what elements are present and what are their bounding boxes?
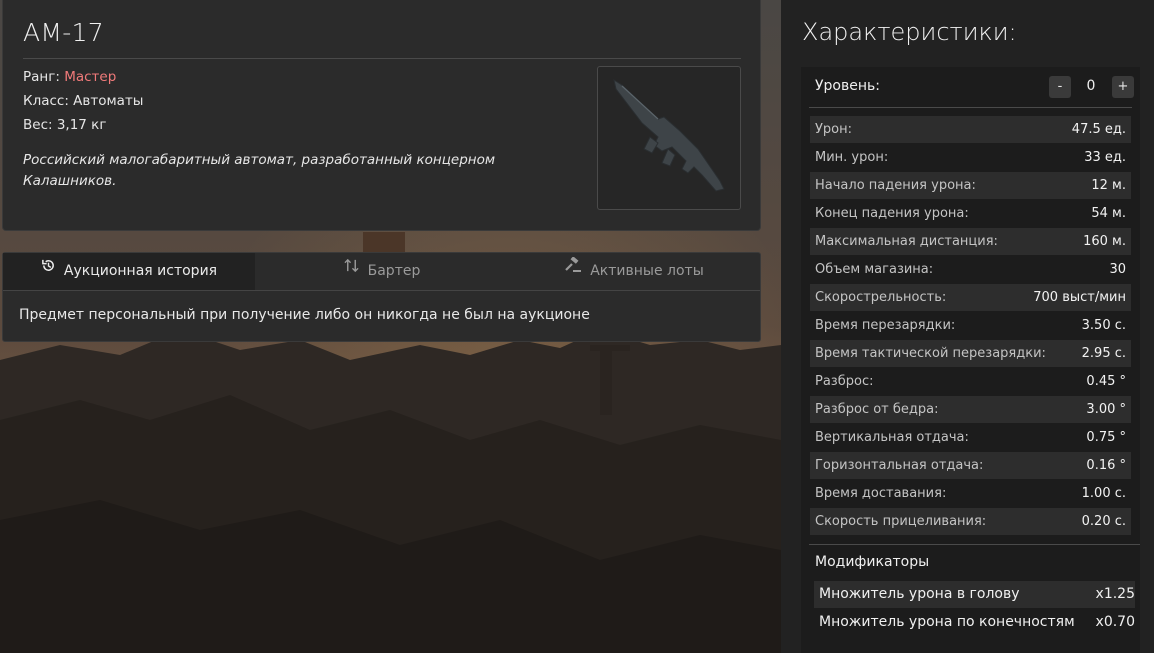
stat-row: Скорость прицеливания: 0.20 с. (810, 508, 1131, 535)
stat-value: 30 (1109, 262, 1126, 277)
stat-value: 3.00 ° (1086, 402, 1126, 417)
stat-value: 0.75 ° (1086, 430, 1126, 445)
modifier-row: Множитель урона в голову x1.25 (814, 581, 1135, 608)
stat-row: Разброс от бедра: 3.00 ° (810, 396, 1131, 423)
gavel-icon (564, 251, 582, 288)
stat-label: Время тактической перезарядки: (815, 346, 1046, 361)
divider (809, 544, 1140, 545)
stat-row: Максимальная дистанция: 160 м. (810, 228, 1131, 255)
stat-value: 33 ед. (1084, 150, 1126, 165)
stats-heading: Характеристики: (802, 18, 1017, 46)
tab-barter[interactable]: Бартер (255, 253, 508, 290)
tab-label: Бартер (367, 263, 421, 279)
stat-value: 12 м. (1091, 178, 1126, 193)
stat-label: Начало падения урона: (815, 178, 976, 193)
level-value: 0 (1086, 78, 1096, 94)
stat-value: 3.50 с. (1081, 318, 1126, 333)
level-decrease-button[interactable]: - (1049, 76, 1071, 98)
stat-value: 160 м. (1083, 234, 1126, 249)
stat-label: Максимальная дистанция: (815, 234, 998, 249)
stat-value: 0.45 ° (1086, 374, 1126, 389)
stat-row: Время тактической перезарядки: 2.95 с. (810, 340, 1131, 367)
modifier-value: x1.25 (1095, 586, 1135, 602)
item-weight: Вес: 3,17 кг (23, 117, 107, 133)
item-card: АМ-17 Ранг: Мастер Класс: Автоматы Вес: … (2, 0, 761, 231)
rank-value: Мастер (64, 69, 117, 85)
tab-auction-history[interactable]: Аукционная история (3, 253, 255, 290)
stat-label: Скорость прицеливания: (815, 514, 987, 529)
stat-label: Время доставания: (815, 486, 947, 501)
stat-row: Горизонтальная отдача: 0.16 ° (810, 452, 1131, 479)
modifier-label: Множитель урона в голову (819, 586, 1020, 602)
tab-label: Активные лоты (590, 263, 704, 279)
stat-row: Мин. урон: 33 ед. (810, 144, 1131, 171)
stat-label: Мин. урон: (815, 150, 889, 165)
level-label: Уровень: (815, 78, 880, 94)
divider (809, 107, 1132, 108)
stat-label: Конец падения урона: (815, 206, 969, 221)
stat-label: Объем магазина: (815, 262, 934, 277)
stat-row: Время доставания: 1.00 с. (810, 480, 1131, 507)
stat-label: Урон: (815, 122, 853, 137)
modifiers-title: Модификаторы (815, 554, 930, 570)
modifier-label: Множитель урона по конечностям (819, 614, 1075, 630)
stat-value: 54 м. (1091, 206, 1126, 221)
divider (23, 58, 741, 59)
item-rank: Ранг: Мастер (23, 69, 116, 85)
rifle-icon (613, 78, 725, 192)
stat-row: Конец падения урона: 54 м. (810, 200, 1131, 227)
stat-row: Урон: 47.5 ед. (810, 116, 1131, 143)
modifier-value: x0.70 (1095, 614, 1135, 630)
stat-value: 2.95 с. (1081, 346, 1126, 361)
stat-label: Скорострельность: (815, 290, 947, 305)
stat-row: Начало падения урона: 12 м. (810, 172, 1131, 199)
history-icon (41, 251, 56, 288)
swap-arrows-icon (343, 251, 360, 288)
item-title: АМ-17 (23, 18, 105, 47)
stat-row: Разброс: 0.45 ° (810, 368, 1131, 395)
stats-box: Уровень: - 0 + Урон: 47.5 ед. Мин. урон: 33… (801, 67, 1140, 653)
stat-label: Разброс: (815, 374, 874, 389)
stat-value: 0.20 с. (1081, 514, 1126, 529)
stats-panel: Характеристики: Уровень: - 0 + Урон: 47.5… (781, 0, 1154, 653)
tab-label: Аукционная история (63, 263, 218, 279)
tab-active-lots[interactable]: Активные лоты (508, 253, 760, 290)
stat-value: 1.00 с. (1081, 486, 1126, 501)
stat-value: 0.16 ° (1086, 458, 1126, 473)
rank-label: Ранг: (23, 69, 60, 85)
stat-value: 700 выст/мин (1033, 290, 1126, 305)
stat-row: Вертикальная отдача: 0.75 ° (810, 424, 1131, 451)
tabs-card: Аукционная история Бартер Активные лоты … (2, 252, 761, 342)
modifier-row: Множитель урона по конечностям x0.70 (814, 609, 1135, 636)
item-description: Российский малогабаритный автомат, разра… (23, 152, 496, 189)
stat-row: Объем магазина: 30 (810, 256, 1131, 283)
item-image (597, 66, 741, 210)
tab-content-message: Предмет персональный при получение либо … (19, 307, 590, 323)
stat-row: Скорострельность: 700 выст/мин (810, 284, 1131, 311)
item-class: Класс: Автоматы (23, 93, 144, 109)
stat-label: Горизонтальная отдача: (815, 458, 984, 473)
stat-value: 47.5 ед. (1071, 122, 1126, 137)
stat-label: Вертикальная отдача: (815, 430, 969, 445)
tab-bar: Аукционная история Бартер Активные лоты (3, 253, 760, 291)
stat-label: Разброс от бедра: (815, 402, 939, 417)
level-increase-button[interactable]: + (1112, 76, 1134, 98)
stat-row: Время перезарядки: 3.50 с. (810, 312, 1131, 339)
stat-label: Время перезарядки: (815, 318, 956, 333)
